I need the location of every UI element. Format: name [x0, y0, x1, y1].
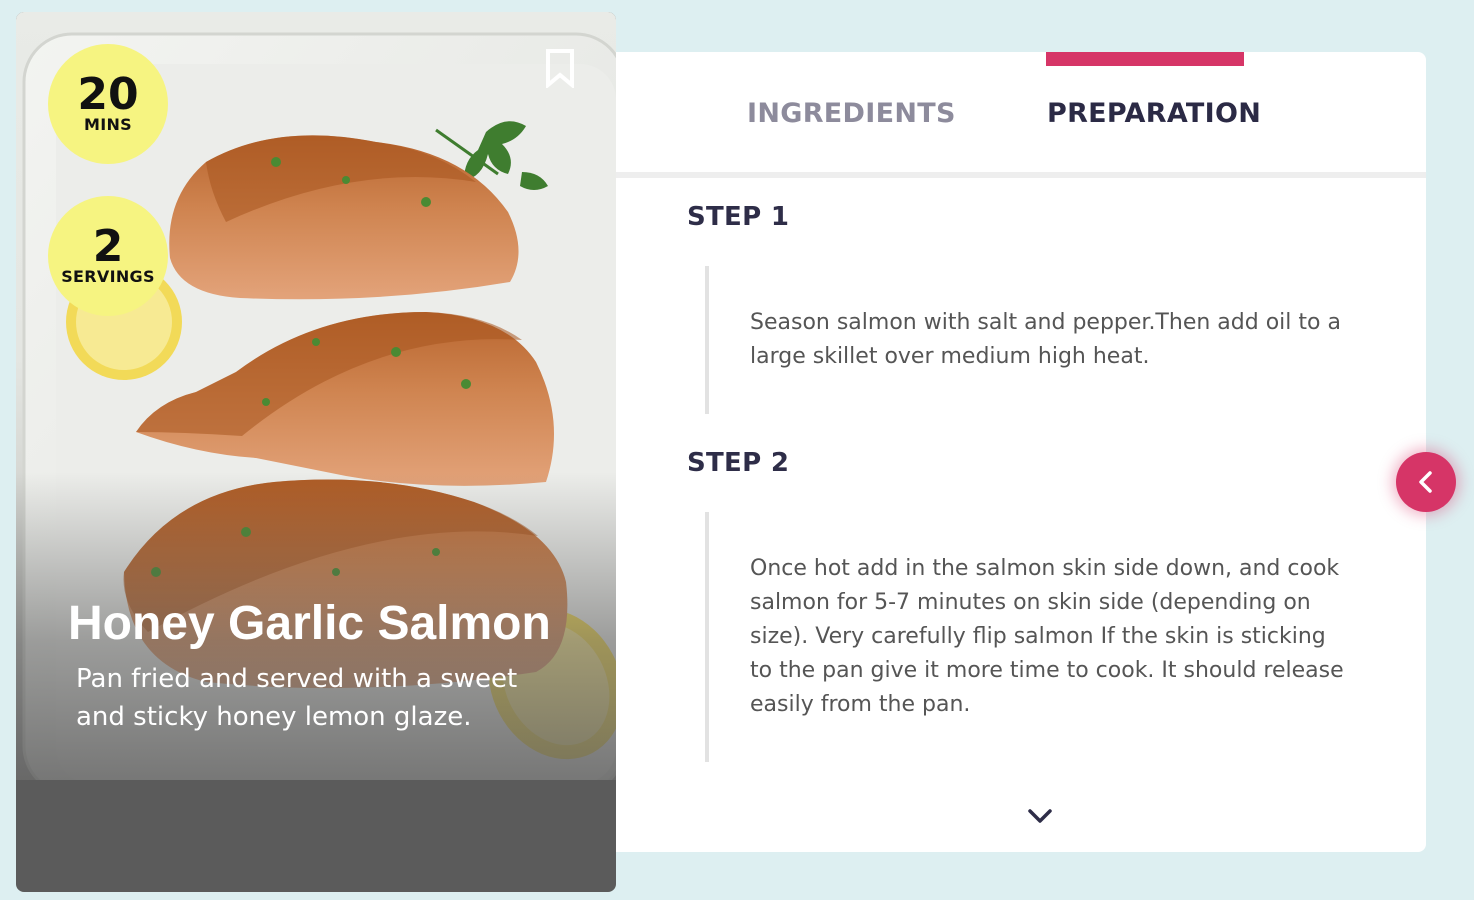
tab-ingredients[interactable]: INGREDIENTS: [747, 98, 956, 129]
active-tab-indicator: [1046, 52, 1244, 66]
step-1-title: STEP 1: [687, 202, 790, 232]
preparation-panel: INGREDIENTS PREPARATION STEP 1 Season sa…: [590, 52, 1426, 852]
step-2-text: Once hot add in the salmon skin side dow…: [750, 556, 1344, 717]
step-1-body: Season salmon with salt and pepper.Then …: [705, 266, 1345, 414]
recipe-card: 20 MINS 2 SERVINGS Honey Garlic Salmon P…: [16, 12, 616, 892]
step-1-text: Season salmon with salt and pepper.Then …: [750, 310, 1341, 369]
recipe-title: Honey Garlic Salmon: [68, 597, 551, 650]
time-value: 20: [77, 69, 139, 120]
bookmark-icon[interactable]: [544, 48, 576, 88]
back-button[interactable]: [1396, 452, 1456, 512]
chevron-down-icon[interactable]: [1027, 806, 1053, 826]
step-2-body: Once hot add in the salmon skin side dow…: [705, 512, 1345, 762]
tab-preparation[interactable]: PREPARATION: [1047, 98, 1261, 129]
servings-unit: SERVINGS: [61, 267, 155, 286]
tab-bar: INGREDIENTS PREPARATION: [590, 52, 1426, 178]
recipe-description: Pan fried and served with a sweet and st…: [76, 664, 518, 732]
step-2-title: STEP 2: [687, 448, 790, 478]
time-badge: 20 MINS: [48, 44, 168, 164]
chevron-left-icon: [1419, 471, 1432, 493]
time-unit: MINS: [84, 115, 132, 134]
servings-badge: 2 SERVINGS: [48, 196, 168, 316]
servings-value: 2: [92, 221, 124, 272]
